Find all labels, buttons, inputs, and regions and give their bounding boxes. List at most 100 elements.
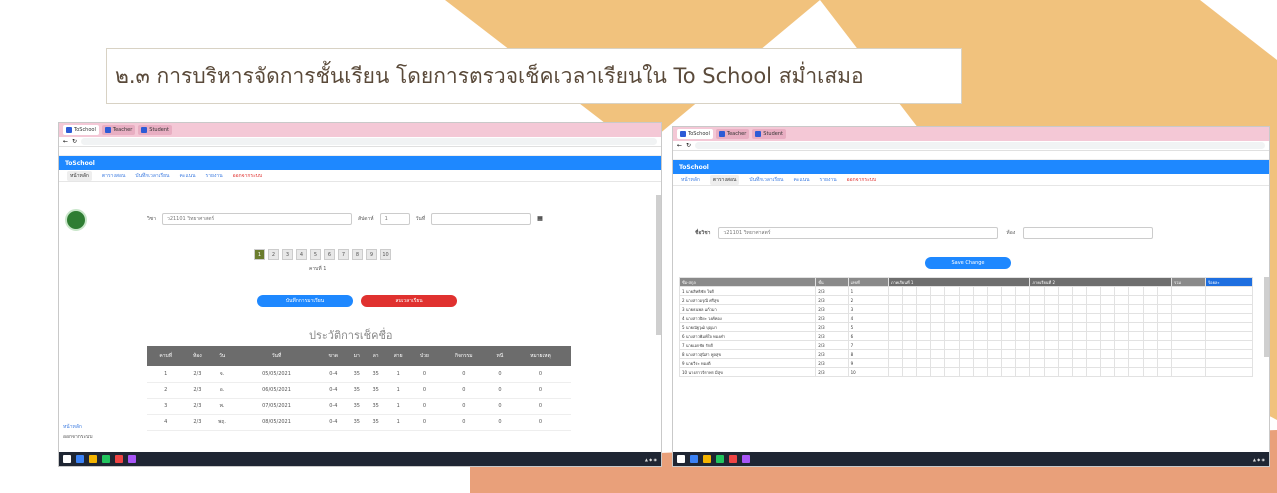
attendance-cell[interactable] <box>958 286 974 296</box>
attendance-cell[interactable] <box>944 304 960 314</box>
attendance-cell[interactable] <box>1043 322 1059 332</box>
student-row[interactable]: 2 นางสาวอรุณี ศรีสุข 2/3 2 <box>678 295 1253 305</box>
attendance-cell[interactable] <box>887 331 903 341</box>
start-icon[interactable] <box>677 455 685 463</box>
attendance-cell[interactable] <box>972 313 988 323</box>
week-select[interactable]: 1 <box>379 213 410 225</box>
attendance-cell[interactable] <box>972 349 988 359</box>
attendance-cell[interactable] <box>1100 367 1116 377</box>
attendance-cell[interactable] <box>1156 349 1172 359</box>
attendance-cell[interactable] <box>1114 304 1130 314</box>
attendance-cell[interactable] <box>901 349 918 359</box>
page-button[interactable]: 6 <box>324 249 335 260</box>
attendance-cell[interactable] <box>887 340 903 350</box>
attendance-cell[interactable] <box>958 358 974 368</box>
date-input[interactable] <box>431 213 532 225</box>
attendance-cell[interactable] <box>1001 295 1017 305</box>
taskbar-app-icon[interactable] <box>729 455 737 463</box>
attendance-cell[interactable] <box>1114 349 1130 359</box>
attendance-cell[interactable] <box>1156 313 1172 323</box>
attendance-cell[interactable] <box>1043 358 1059 368</box>
attendance-cell[interactable] <box>1015 331 1031 341</box>
attendance-cell[interactable] <box>887 322 903 332</box>
attendance-cell[interactable] <box>930 304 946 314</box>
attendance-cell[interactable] <box>1071 295 1088 305</box>
attendance-cell[interactable] <box>1128 349 1144 359</box>
attendance-cell[interactable] <box>1114 367 1130 377</box>
page-button[interactable]: 8 <box>352 249 363 260</box>
taskbar-app-icon[interactable] <box>690 455 698 463</box>
attendance-cell[interactable] <box>916 367 932 377</box>
attendance-cell[interactable] <box>986 286 1003 296</box>
scrollbar[interactable] <box>656 195 661 335</box>
attendance-cell[interactable] <box>972 295 988 305</box>
attendance-cell[interactable] <box>1100 358 1116 368</box>
attendance-cell[interactable] <box>887 358 903 368</box>
attendance-cell[interactable] <box>1205 304 1253 314</box>
menu-item-logout[interactable]: ออกจากระบบ <box>233 172 263 180</box>
sidebar-item-home[interactable]: หน้าหลัก <box>63 423 82 431</box>
attendance-cell[interactable] <box>986 340 1003 350</box>
attendance-cell[interactable] <box>1029 322 1045 332</box>
attendance-cell[interactable] <box>1001 358 1017 368</box>
attendance-cell[interactable] <box>1015 295 1031 305</box>
attendance-cell[interactable] <box>1015 286 1031 296</box>
attendance-cell[interactable] <box>1071 331 1088 341</box>
attendance-cell[interactable] <box>901 286 918 296</box>
attendance-cell[interactable] <box>1205 340 1253 350</box>
attendance-cell[interactable] <box>1114 358 1130 368</box>
attendance-cell[interactable] <box>1128 358 1144 368</box>
attendance-cell[interactable] <box>972 286 988 296</box>
refresh-icon[interactable]: ↻ <box>72 138 77 145</box>
attendance-cell[interactable] <box>1029 349 1045 359</box>
attendance-cell[interactable] <box>1015 304 1031 314</box>
attendance-cell[interactable] <box>1170 349 1207 359</box>
browser-tab[interactable]: ToSchool <box>63 125 99 135</box>
taskbar-app-icon[interactable] <box>89 455 97 463</box>
attendance-cell[interactable] <box>916 340 932 350</box>
attendance-cell[interactable] <box>1057 367 1073 377</box>
attendance-cell[interactable] <box>972 322 988 332</box>
page-button[interactable]: 4 <box>296 249 307 260</box>
attendance-cell[interactable] <box>930 313 946 323</box>
attendance-cell[interactable] <box>1142 322 1158 332</box>
student-row[interactable]: 7 นายเอกชัย รักดี 2/3 7 <box>678 340 1253 350</box>
attendance-cell[interactable] <box>1015 322 1031 332</box>
attendance-cell[interactable] <box>930 286 946 296</box>
attendance-cell[interactable] <box>1170 304 1207 314</box>
attendance-cell[interactable] <box>1156 340 1172 350</box>
table-row[interactable]: 1 2/3 จ. 05/05/2021 0-4 35 35 1 0 0 0 0 <box>147 366 571 383</box>
attendance-cell[interactable] <box>1057 295 1073 305</box>
attendance-cell[interactable] <box>916 286 932 296</box>
attendance-cell[interactable] <box>901 331 918 341</box>
student-row[interactable]: 10 นางสาวจิราพร มีสุข 2/3 10 <box>678 367 1253 377</box>
student-row[interactable]: 3 นายธนพล แก้วมา 2/3 3 <box>678 304 1253 314</box>
attendance-cell[interactable] <box>887 295 903 305</box>
taskbar-app-icon[interactable] <box>76 455 84 463</box>
attendance-cell[interactable] <box>930 349 946 359</box>
attendance-cell[interactable] <box>1142 331 1158 341</box>
attendance-cell[interactable] <box>1071 367 1088 377</box>
attendance-cell[interactable] <box>930 322 946 332</box>
taskbar-app-icon[interactable] <box>115 455 123 463</box>
attendance-cell[interactable] <box>972 367 988 377</box>
attendance-cell[interactable] <box>1057 358 1073 368</box>
attendance-cell[interactable] <box>887 304 903 314</box>
attendance-cell[interactable] <box>1086 349 1102 359</box>
attendance-cell[interactable] <box>958 304 974 314</box>
attendance-cell[interactable] <box>1170 295 1207 305</box>
menu-item[interactable]: คะแนน <box>179 172 195 180</box>
menu-item[interactable]: บันทึกเวลาเรียน <box>749 176 783 184</box>
attendance-cell[interactable] <box>1043 331 1059 341</box>
attendance-cell[interactable] <box>1142 295 1158 305</box>
sidebar-item-logout[interactable]: ออกจากระบบ <box>63 433 93 441</box>
menu-item[interactable]: คะแนน <box>793 176 809 184</box>
nav-brand[interactable]: ToSchool <box>65 160 95 167</box>
attendance-cell[interactable] <box>930 295 946 305</box>
attendance-cell[interactable] <box>1142 313 1158 323</box>
attendance-cell[interactable] <box>1057 349 1073 359</box>
attendance-cell[interactable] <box>1071 358 1088 368</box>
attendance-cell[interactable] <box>1057 304 1073 314</box>
attendance-cell[interactable] <box>916 322 932 332</box>
refresh-icon[interactable]: ↻ <box>686 142 691 149</box>
